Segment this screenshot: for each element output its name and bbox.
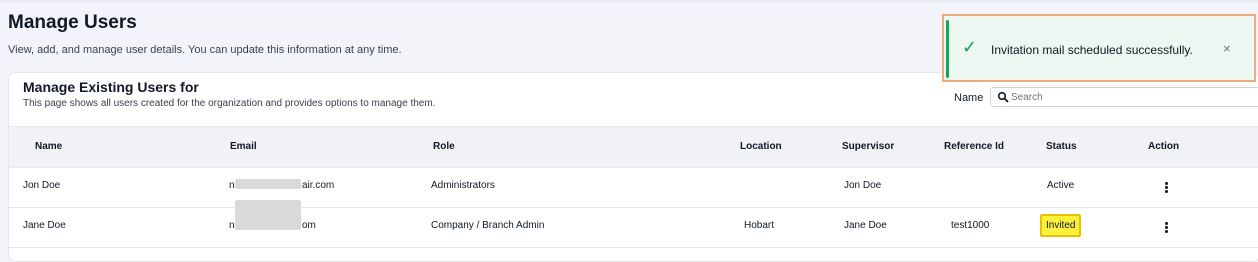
column-header-location[interactable]: Location — [740, 141, 782, 152]
user-email-prefix: n — [229, 180, 235, 191]
page-subtitle: View, add, and manage user details. You … — [8, 44, 402, 56]
column-header-name[interactable]: Name — [35, 141, 62, 152]
user-reference-id: test1000 — [951, 220, 990, 231]
user-supervisor: Jon Doe — [844, 180, 882, 191]
check-icon: ✓ — [962, 37, 978, 57]
search-box[interactable] — [990, 87, 1258, 107]
column-header-action: Action — [1148, 141, 1180, 152]
success-toast: ✓ Invitation mail scheduled successfully… — [942, 14, 1256, 82]
toast-accent-bar — [946, 20, 949, 78]
table-row[interactable]: Jon Doe n air.com Administrators Jon Doe… — [9, 167, 1258, 208]
column-header-supervisor[interactable]: Supervisor — [842, 141, 894, 152]
name-filter-label: Name — [954, 92, 984, 104]
column-header-status[interactable]: Status — [1046, 141, 1077, 152]
column-header-email[interactable]: Email — [230, 141, 257, 152]
card-title: Manage Existing Users for — [23, 79, 199, 95]
user-supervisor: Jane Doe — [844, 220, 887, 231]
column-header-reference-id[interactable]: Reference Id — [944, 141, 1004, 152]
status-badge: Invited — [1040, 214, 1082, 237]
table-header: Name Email Role Location Supervisor Refe… — [9, 126, 1258, 168]
redacted-email — [235, 179, 301, 189]
user-name: Jane Doe — [23, 220, 66, 231]
users-card: Manage Existing Users for This page show… — [8, 72, 1258, 262]
user-role: Company / Branch Admin — [431, 220, 545, 231]
user-name: Jon Doe — [23, 180, 61, 191]
search-icon — [997, 91, 1009, 103]
column-header-role[interactable]: Role — [433, 141, 455, 152]
kebab-menu-icon[interactable] — [1161, 221, 1171, 235]
table-row[interactable]: Jane Doe n om Company / Branch Admin Hob… — [9, 200, 1258, 248]
user-email-prefix: n — [229, 220, 235, 231]
user-location: Hobart — [744, 220, 775, 231]
user-email-suffix: om — [302, 220, 316, 231]
redacted-email — [235, 200, 301, 230]
user-role: Administrators — [431, 180, 495, 191]
toast-message: Invitation mail scheduled successfully. — [991, 43, 1193, 57]
search-input[interactable] — [1011, 89, 1258, 105]
page-title: Manage Users — [8, 12, 137, 33]
card-subtitle: This page shows all users created for th… — [23, 98, 436, 109]
top-divider — [0, 0, 1258, 3]
kebab-menu-icon[interactable] — [1161, 181, 1171, 195]
status-badge: Active — [1047, 180, 1075, 191]
close-icon[interactable]: × — [1223, 42, 1231, 55]
user-email-suffix: air.com — [302, 180, 335, 191]
